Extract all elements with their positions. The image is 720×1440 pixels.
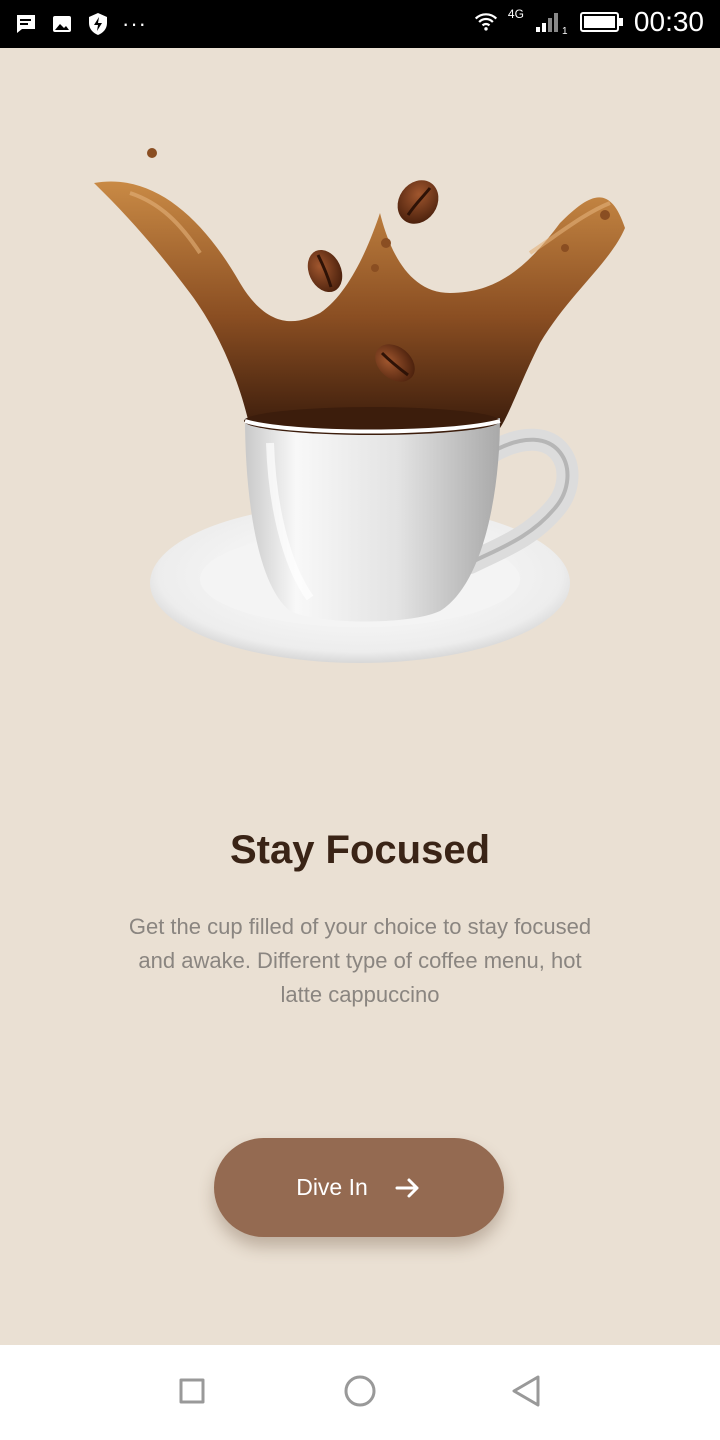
coffee-bean [397,180,439,224]
dive-in-button[interactable]: Dive In [214,1138,504,1237]
signal-icon: 1 [534,8,570,36]
status-bar-right: 4G 1 00:30 [474,6,704,38]
onboarding-screen: Stay Focused Get the cup filled of your … [0,48,720,1345]
message-icon [14,10,38,38]
coffee-cup-illustration [94,148,625,663]
battery-icon [579,8,624,36]
more-notifications-icon: ··· [122,11,147,36]
wifi-icon [474,8,498,36]
clock: 00:30 [633,6,704,37]
onboarding-description: Get the cup filled of your choice to sta… [128,914,592,1007]
status-bar: ··· 4G 1 00:30 [0,0,720,48]
shield-icon [86,10,110,38]
dive-in-label: Dive In [296,1174,368,1200]
recent-apps-button[interactable] [172,1373,212,1413]
coffee-bean [307,249,343,293]
onboarding-title: Stay Focused [229,828,491,872]
status-bar-left: ··· [14,10,147,38]
recent-apps-icon [175,1374,209,1413]
home-button[interactable] [340,1373,380,1413]
arrow-right-icon [394,1174,422,1202]
network-type: 4G [507,7,524,21]
home-icon [342,1373,378,1414]
back-icon [508,1373,544,1414]
image-icon [50,10,74,38]
system-navigation-bar [0,1345,720,1440]
back-button[interactable] [506,1373,546,1413]
sim-slot-label: 1 [562,26,568,34]
